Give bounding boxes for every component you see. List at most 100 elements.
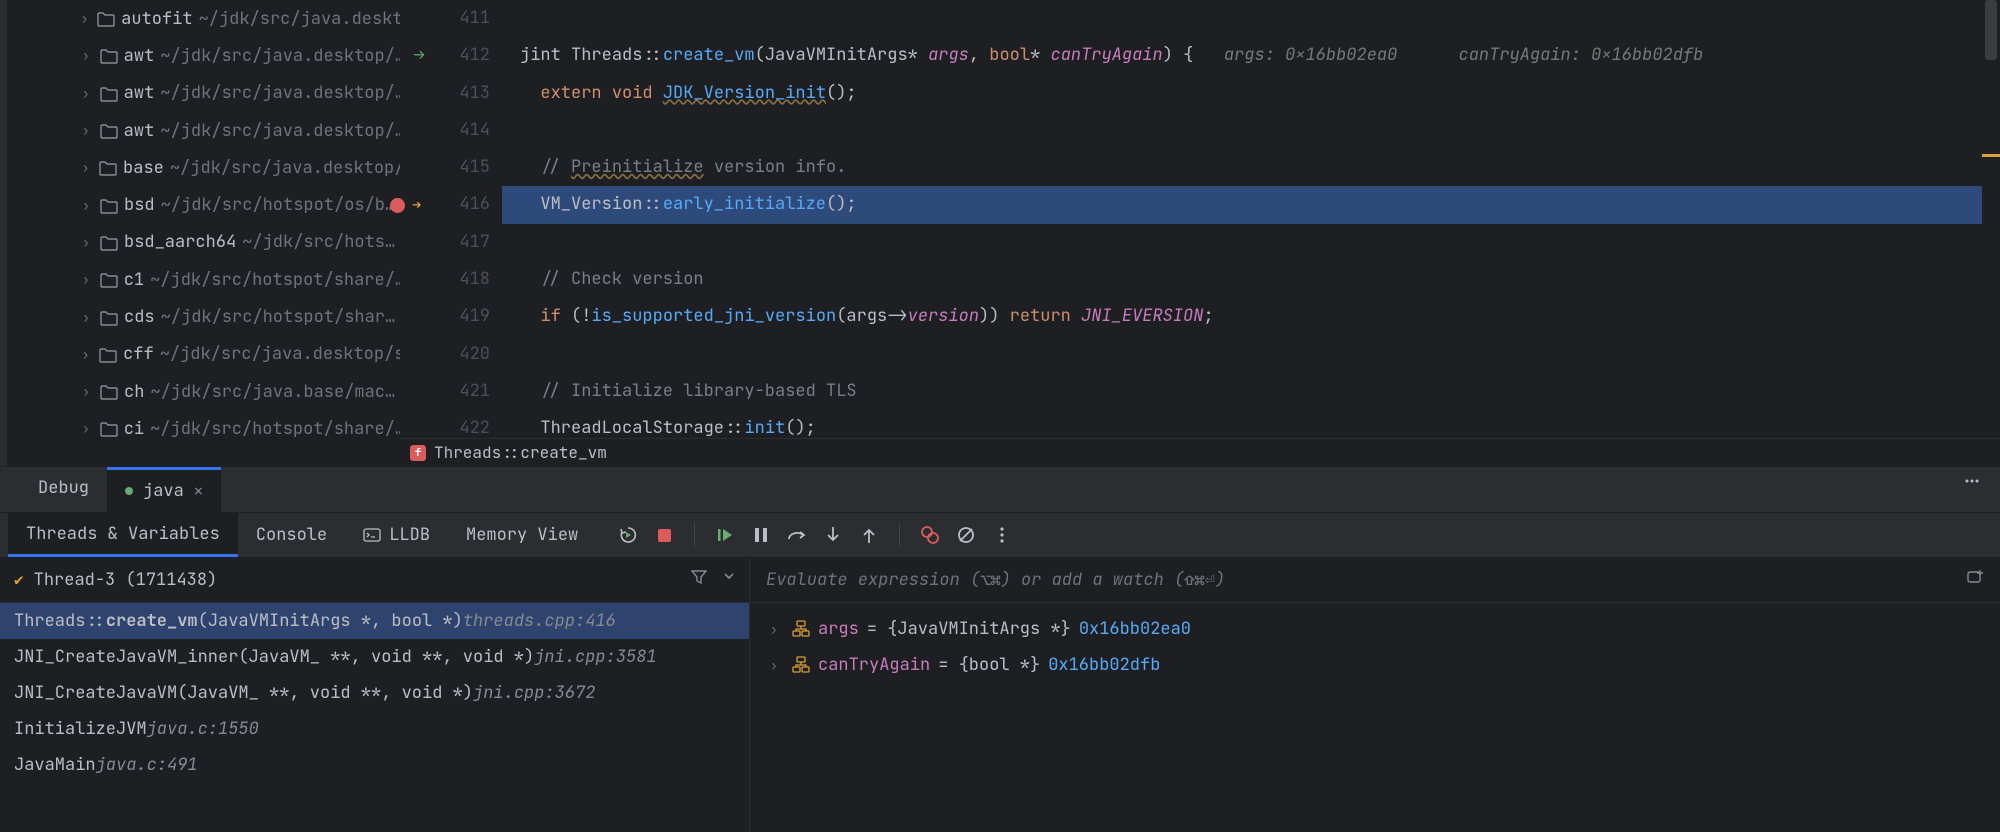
folder-path: ~/jdk/src/hotspot/share/… [150, 269, 400, 291]
folder-icon [100, 235, 118, 250]
gutter-row[interactable]: 421 [400, 373, 502, 410]
variable-list[interactable]: ›args = {JavaVMInitArgs *} 0x16bb02ea0›c… [750, 603, 2000, 832]
filter-icon[interactable] [691, 569, 707, 590]
frame-list[interactable]: Threads::create_vm(JavaVMInitArgs *, boo… [0, 603, 749, 832]
editor-gutter[interactable]: 411↘412413414415➔416417418419420421422 [400, 0, 502, 466]
resume-icon[interactable] [711, 521, 739, 549]
tree-folder[interactable]: ›awt ~/jdk/src/java.desktop/… [8, 37, 400, 74]
chevron-right-icon: › [78, 309, 94, 326]
code-line[interactable]: // Initialize library-based TLS [502, 373, 2000, 410]
code-line[interactable] [502, 336, 2000, 373]
suspended-icon: ✔ [14, 569, 24, 590]
editor-scrollbar[interactable] [1982, 0, 2000, 466]
more-icon[interactable] [1958, 467, 1986, 495]
tree-folder[interactable]: ›cff ~/jdk/src/java.desktop/s… [8, 336, 400, 373]
chevron-right-icon: › [78, 85, 94, 102]
gutter-row[interactable]: 420 [400, 336, 502, 373]
lldb-tab[interactable]: LLDB [345, 513, 448, 557]
frame-function: InitializeJVM [14, 718, 147, 740]
thread-selector[interactable]: ✔ Thread-3 (1711438) [0, 557, 749, 603]
stack-frame[interactable]: InitializeJVM java.c:1550 [0, 711, 749, 747]
gutter-row[interactable]: 414 [400, 112, 502, 149]
folder-icon [100, 123, 118, 138]
folder-path: ~/jdk/src/hotspot/os/b… [161, 194, 396, 216]
variable-address: 0x16bb02ea0 [1079, 618, 1191, 640]
session-running-icon [125, 487, 133, 495]
chevron-right-icon[interactable]: › [770, 621, 784, 638]
chevron-right-icon: › [78, 420, 94, 437]
variable-row[interactable]: ›canTryAgain = {bool *} 0x16bb02dfb [750, 647, 2000, 683]
code-line[interactable] [502, 224, 2000, 261]
tree-folder[interactable]: ›base ~/jdk/src/java.desktop/… [8, 149, 400, 186]
editor-code[interactable]: jint Threads::create_vm(JavaVMInitArgs* … [502, 0, 2000, 466]
threads-variables-tab[interactable]: Threads & Variables [8, 513, 238, 557]
folder-name: awt [124, 82, 155, 104]
code-line[interactable] [502, 0, 2000, 37]
code-line[interactable]: // Check version [502, 261, 2000, 298]
console-tab[interactable]: Console [238, 513, 345, 557]
scroll-mark [1982, 154, 2000, 157]
line-number: 411 [459, 0, 490, 37]
breadcrumb-text: Threads::create_vm [434, 442, 607, 463]
add-watch-icon[interactable] [1966, 568, 1984, 591]
step-over-icon[interactable] [783, 521, 811, 549]
stack-frame[interactable]: Threads::create_vm(JavaVMInitArgs *, boo… [0, 603, 749, 639]
stack-frame[interactable]: JavaMain java.c:491 [0, 747, 749, 783]
rerun-icon[interactable] [614, 521, 642, 549]
mute-breakpoints-icon[interactable] [952, 521, 980, 549]
gutter-row[interactable]: 415 [400, 149, 502, 186]
execution-pointer-icon: ➔ [412, 186, 422, 223]
tree-folder[interactable]: ›bsd_aarch64 ~/jdk/src/hots… [8, 224, 400, 261]
tree-folder[interactable]: ›cds ~/jdk/src/hotspot/shar… [8, 298, 400, 335]
gutter-row[interactable]: ➔416 [400, 186, 502, 223]
breakpoint-icon[interactable] [390, 198, 405, 213]
breadcrumb[interactable]: f Threads::create_vm [400, 438, 2000, 466]
tree-folder[interactable]: ›c1 ~/jdk/src/hotspot/share/… [8, 261, 400, 298]
folder-icon [99, 160, 117, 175]
tree-folder[interactable]: ›autofit ~/jdk/src/java.desktop/… [8, 0, 400, 37]
frame-location: threads.cpp:416 [463, 610, 616, 632]
code-line[interactable]: jint Threads::create_vm(JavaVMInitArgs* … [502, 37, 2000, 74]
stack-frame[interactable]: JNI_CreateJavaVM_inner(JavaVM_ **, void … [0, 639, 749, 675]
code-line[interactable]: if (!is_supported_jni_version(args->vers… [502, 298, 2000, 335]
variable-name: canTryAgain [818, 654, 930, 676]
scroll-thumb[interactable] [1985, 0, 1997, 60]
gutter-row[interactable]: 411 [400, 0, 502, 37]
debug-tab[interactable]: Debug [20, 467, 107, 512]
stop-icon[interactable] [650, 521, 678, 549]
debug-session-tab[interactable]: java ✕ [107, 467, 221, 512]
code-line[interactable]: VM_Version::early_initialize(); [502, 186, 2000, 223]
code-line[interactable]: extern void JDK_Version_init(); [502, 75, 2000, 112]
evaluate-expression[interactable]: Evaluate expression (⌥⌘) or add a watch … [750, 557, 2000, 603]
more-icon[interactable] [988, 521, 1016, 549]
gutter-row[interactable]: 417 [400, 224, 502, 261]
gutter-row[interactable]: 419 [400, 298, 502, 335]
run-gutter-icon[interactable]: ↘ [404, 40, 436, 72]
stack-frame[interactable]: JNI_CreateJavaVM(JavaVM_ **, void **, vo… [0, 675, 749, 711]
folder-path: ~/jdk/src/java.desktop/s… [160, 343, 400, 365]
code-line[interactable] [502, 112, 2000, 149]
chevron-right-icon[interactable]: › [770, 657, 784, 674]
variable-row[interactable]: ›args = {JavaVMInitArgs *} 0x16bb02ea0 [750, 611, 2000, 647]
pause-icon[interactable] [747, 521, 775, 549]
tree-folder[interactable]: ›ch ~/jdk/src/java.base/mac… [8, 373, 400, 410]
tree-folder[interactable]: ›awt ~/jdk/src/java.desktop/… [8, 112, 400, 149]
folder-path: ~/jdk/src/java.desktop/… [199, 8, 400, 30]
gutter-row[interactable]: 413 [400, 75, 502, 112]
code-line[interactable]: // Preinitialize version info. [502, 149, 2000, 186]
view-breakpoints-icon[interactable] [916, 521, 944, 549]
tree-folder[interactable]: ›ci ~/jdk/src/hotspot/share/… [8, 410, 400, 447]
tool-window-strip[interactable] [0, 0, 8, 466]
chevron-down-icon[interactable] [723, 569, 735, 590]
tree-folder[interactable]: ›bsd ~/jdk/src/hotspot/os/b… [8, 186, 400, 223]
step-out-icon[interactable] [855, 521, 883, 549]
gutter-row[interactable]: ↘412 [400, 37, 502, 74]
step-into-icon[interactable] [819, 521, 847, 549]
gutter-row[interactable]: 418 [400, 261, 502, 298]
close-icon[interactable]: ✕ [194, 481, 203, 501]
project-tree[interactable]: ›autofit ~/jdk/src/java.desktop/…›awt ~/… [8, 0, 400, 466]
editor[interactable]: 411↘412413414415➔416417418419420421422 j… [400, 0, 2000, 466]
tree-folder[interactable]: ›awt ~/jdk/src/java.desktop/… [8, 75, 400, 112]
memory-view-tab[interactable]: Memory View [448, 513, 596, 557]
frames-panel: ✔ Thread-3 (1711438) Threads::create_vm(… [0, 557, 750, 832]
